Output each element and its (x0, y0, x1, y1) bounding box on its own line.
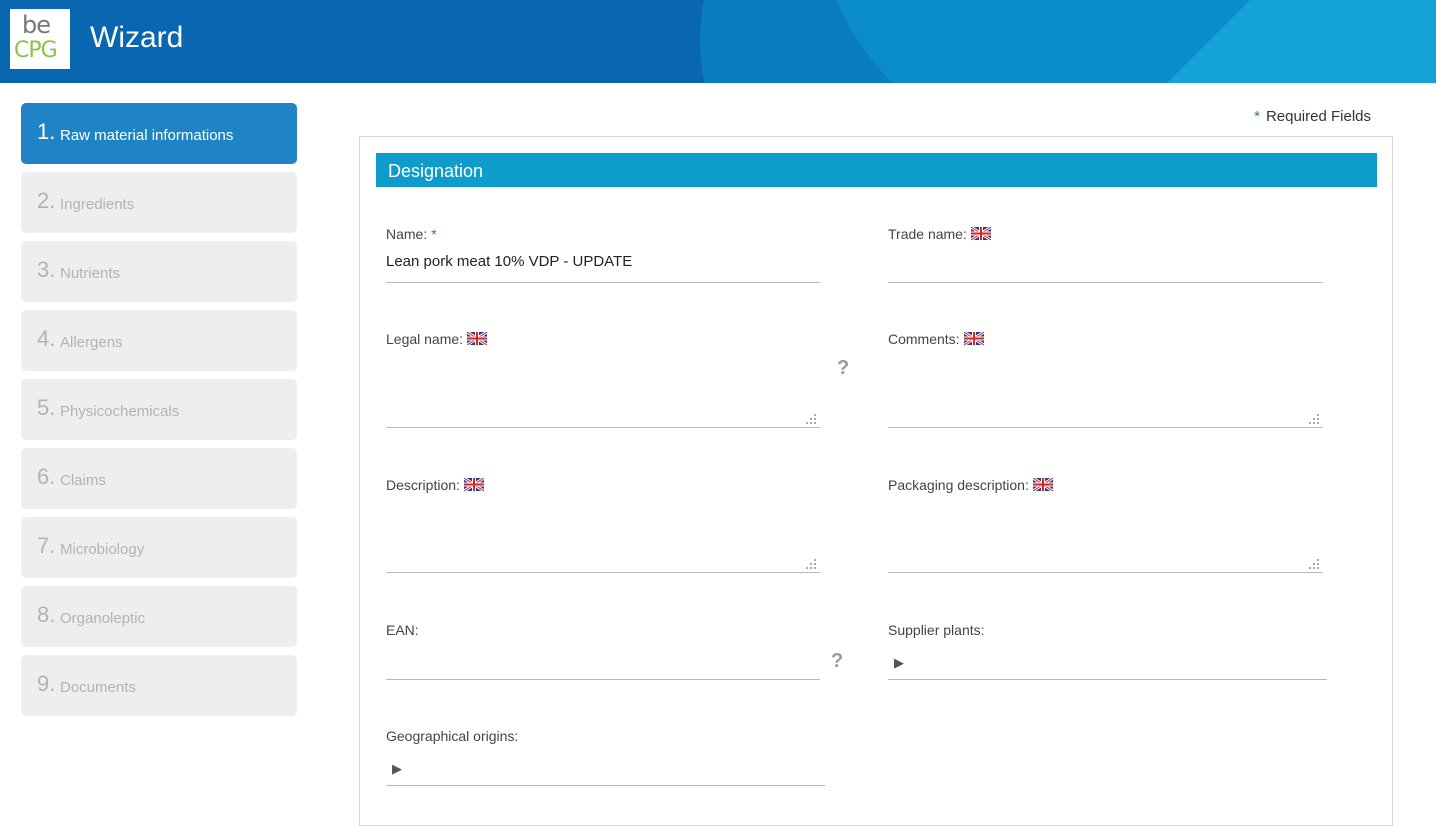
page-title: Wizard (90, 21, 184, 54)
uk-flag-icon[interactable] (1032, 478, 1053, 491)
app-header: be CPG Wizard (0, 0, 1436, 83)
name-input[interactable]: Lean pork meat 10% VDP - UPDATE (386, 253, 632, 270)
logo-text-top: be (22, 11, 51, 39)
step-organoleptic[interactable]: 8. Organoleptic (21, 586, 297, 647)
trade-name-label: Trade name: (888, 226, 967, 242)
help-icon[interactable]: ? (837, 357, 849, 380)
wizard-steps: 1. Raw material informations 2. Ingredie… (21, 103, 297, 724)
supplier-plants-field: Supplier plants: ▶ (888, 621, 1328, 681)
packaging-description-underline (888, 572, 1323, 573)
section-header[interactable]: Designation (376, 153, 1377, 187)
step-number: 8. (37, 602, 56, 627)
help-icon[interactable]: ? (831, 650, 843, 673)
trade-name-input-underline (888, 282, 1323, 283)
required-star: * (431, 226, 437, 242)
comments-underline (888, 427, 1323, 428)
required-star: * (1254, 108, 1260, 125)
supplier-plants-label: Supplier plants: (888, 622, 985, 638)
packaging-description-label: Packaging description: (888, 477, 1029, 493)
ean-input-underline (386, 679, 820, 680)
logo-text-bottom: CPG (14, 38, 58, 63)
resize-handle-icon[interactable] (1309, 559, 1319, 569)
step-physicochemicals[interactable]: 5. Physicochemicals (21, 379, 297, 440)
step-label: Documents (60, 679, 136, 696)
step-number: 9. (37, 671, 56, 696)
ean-label: EAN: (386, 622, 419, 638)
step-microbiology[interactable]: 7. Microbiology (21, 517, 297, 578)
form-panel: Designation Name: * Lean pork meat 10% VD… (359, 136, 1393, 826)
step-label: Nutrients (60, 265, 121, 282)
step-number: 1. (37, 119, 56, 144)
comments-label: Comments: (888, 331, 960, 347)
step-label: Claims (60, 472, 106, 489)
step-raw-material-informations[interactable]: 1. Raw material informations (21, 103, 297, 164)
step-label: Organoleptic (60, 610, 146, 627)
name-field: Name: * Lean pork meat 10% VDP - UPDATE (386, 225, 822, 285)
name-label: Name: (386, 226, 428, 242)
step-label: Physicochemicals (60, 403, 180, 420)
step-number: 4. (37, 326, 56, 351)
description-label: Description: (386, 477, 460, 493)
geographical-origins-underline (386, 785, 825, 786)
step-documents[interactable]: 9. Documents (21, 655, 297, 716)
uk-flag-icon[interactable] (467, 332, 488, 345)
legal-name-field: Legal name: (386, 330, 822, 430)
step-label: Ingredients (60, 196, 135, 213)
step-ingredients[interactable]: 2. Ingredients (21, 172, 297, 233)
step-label: Microbiology (60, 541, 145, 558)
becpg-logo[interactable]: be CPG (10, 9, 70, 69)
description-field: Description: (386, 476, 822, 576)
geographical-origins-label: Geographical origins: (386, 728, 519, 744)
section-title: Designation (388, 161, 484, 181)
expand-arrow-icon[interactable]: ▶ (392, 761, 402, 777)
geographical-origins-field: Geographical origins: ▶ (386, 727, 826, 787)
legal-name-underline (386, 427, 820, 428)
supplier-plants-underline (888, 679, 1327, 680)
expand-arrow-icon[interactable]: ▶ (894, 655, 904, 671)
step-label: Allergens (60, 334, 123, 351)
step-claims[interactable]: 6. Claims (21, 448, 297, 509)
required-fields-note: * Required Fields (1254, 108, 1371, 125)
step-allergens[interactable]: 4. Allergens (21, 310, 297, 371)
resize-handle-icon[interactable] (806, 559, 816, 569)
step-label: Raw material informations (60, 127, 234, 144)
step-number: 3. (37, 257, 56, 282)
trade-name-field: Trade name: (888, 225, 1324, 285)
uk-flag-icon[interactable] (970, 227, 991, 240)
description-underline (386, 572, 820, 573)
resize-handle-icon[interactable] (1309, 414, 1319, 424)
step-number: 5. (37, 395, 56, 420)
legal-name-label: Legal name: (386, 331, 464, 347)
step-nutrients[interactable]: 3. Nutrients (21, 241, 297, 302)
step-number: 2. (37, 188, 56, 213)
packaging-description-field: Packaging description: (888, 476, 1324, 576)
ean-field: EAN: (386, 621, 822, 681)
step-number: 7. (37, 533, 56, 558)
comments-field: Comments: (888, 330, 1324, 430)
name-input-underline (386, 282, 820, 283)
step-number: 6. (37, 464, 56, 489)
uk-flag-icon[interactable] (463, 478, 484, 491)
required-fields-text: Required Fields (1265, 108, 1371, 125)
resize-handle-icon[interactable] (806, 414, 816, 424)
uk-flag-icon[interactable] (963, 332, 984, 345)
